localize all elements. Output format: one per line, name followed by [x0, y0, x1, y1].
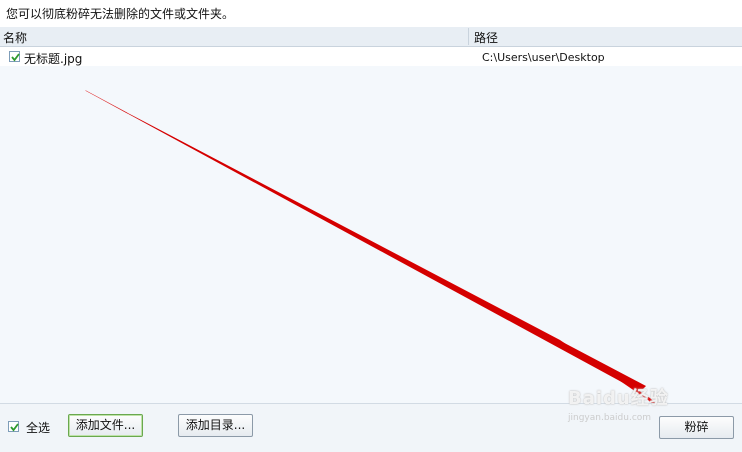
shred-button[interactable]: 粉碎 — [659, 416, 734, 439]
file-name: 无标题.jpg — [24, 52, 83, 66]
checkmark-icon — [11, 53, 20, 62]
select-all-checkbox[interactable] — [8, 421, 19, 432]
description-bar: 您可以彻底粉碎无法删除的文件或文件夹。 — [0, 0, 742, 27]
bottom-toolbar: 全选 添加文件... 添加目录... 粉碎 — [0, 403, 742, 452]
column-header-name[interactable]: 名称 — [3, 29, 27, 46]
watermark-url: jingyan.baidu.com — [568, 413, 652, 423]
description-text: 您可以彻底粉碎无法删除的文件或文件夹。 — [6, 7, 235, 21]
file-list[interactable]: 名称 路径 无标题.jpg C:\Users\user\Desktop — [0, 27, 742, 403]
column-divider[interactable] — [468, 28, 469, 45]
watermark-logo: Baidu经验 — [568, 388, 669, 409]
select-all-label[interactable]: 全选 — [26, 419, 50, 436]
add-directory-button[interactable]: 添加目录... — [178, 414, 253, 437]
checkmark-icon — [10, 423, 19, 432]
column-header-path[interactable]: 路径 — [474, 29, 498, 46]
table-row[interactable]: 无标题.jpg C:\Users\user\Desktop — [0, 47, 742, 66]
list-header: 名称 路径 — [0, 27, 742, 47]
add-file-button[interactable]: 添加文件... — [68, 414, 143, 437]
row-checkbox[interactable] — [9, 51, 20, 62]
file-path: C:\Users\user\Desktop — [482, 51, 605, 64]
